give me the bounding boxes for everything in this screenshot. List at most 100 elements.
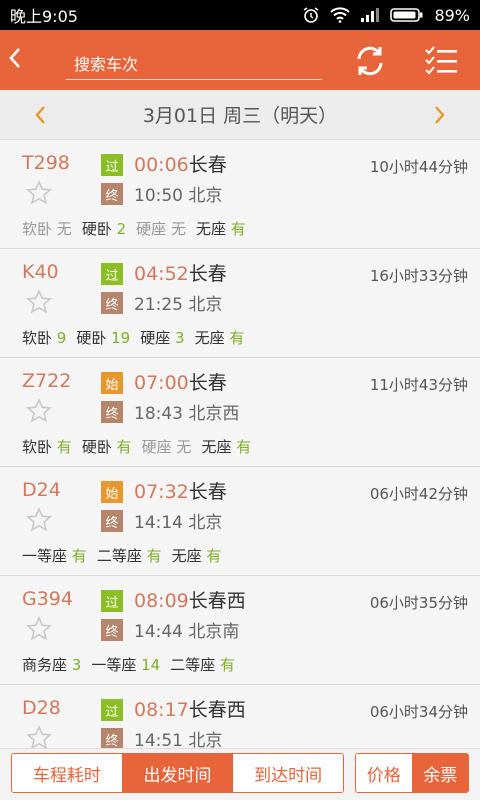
train-list[interactable]: T298 过终 00:06长春 10:50 北京 10小时44分钟 软卧 无硬卧 2 硬座 … bbox=[0, 140, 480, 748]
departure-station: 长春 bbox=[188, 481, 227, 503]
favorite-star-icon[interactable] bbox=[26, 507, 52, 533]
checklist-icon bbox=[425, 46, 457, 75]
filter-option[interactable]: 价格 bbox=[356, 754, 412, 792]
train-row[interactable]: T298 过终 00:06长春 10:50 北京 10小时44分钟 软卧 无硬卧 2 硬座 … bbox=[0, 140, 480, 249]
departure-time: 00:06 bbox=[134, 154, 189, 176]
seat-count: 19 bbox=[111, 329, 131, 347]
arrival-time: 14:51 bbox=[134, 731, 183, 748]
seat-label: 软卧 bbox=[22, 329, 53, 347]
wifi-icon bbox=[330, 7, 351, 23]
train-number: T298 bbox=[22, 152, 70, 174]
seat-label: 硬座 bbox=[141, 438, 172, 456]
train-number: D28 bbox=[22, 697, 61, 719]
train-row[interactable]: D24 始终 07:32长春 14:14 北京 06小时42分钟 一等座 有二等座 有无座… bbox=[0, 467, 480, 576]
battery-level: 89% bbox=[434, 5, 470, 25]
back-button[interactable] bbox=[0, 30, 30, 90]
sort-option[interactable]: 到达时间 bbox=[232, 754, 343, 792]
next-day-button[interactable] bbox=[420, 90, 460, 140]
departure-info: 08:09长春西 bbox=[134, 586, 246, 613]
departure-time: 08:09 bbox=[134, 590, 189, 612]
favorite-star-icon[interactable] bbox=[26, 616, 52, 642]
seat-label: 无座 bbox=[194, 329, 225, 347]
seat-class: 硬座 无 bbox=[142, 438, 192, 456]
seat-label: 硬卧 bbox=[81, 438, 112, 456]
arrival-type-badge: 终 bbox=[101, 728, 123, 748]
departure-info: 08:17长春西 bbox=[134, 695, 246, 722]
seat-count: 有 bbox=[206, 547, 222, 565]
arrival-time: 14:44 bbox=[134, 622, 183, 642]
seat-class: 二等座 有 bbox=[97, 547, 162, 565]
departure-time: 07:32 bbox=[134, 481, 189, 503]
departure-type-badge: 过 bbox=[101, 263, 123, 285]
refresh-button[interactable] bbox=[352, 43, 388, 79]
filter-list-button[interactable] bbox=[424, 45, 460, 77]
train-number: D24 bbox=[22, 479, 61, 501]
arrival-station: 北京南 bbox=[188, 622, 240, 642]
sort-option[interactable]: 车程耗时 bbox=[12, 754, 122, 792]
filter-option[interactable]: 余票 bbox=[411, 754, 468, 792]
seat-class: 二等座 有 bbox=[170, 656, 235, 674]
seat-availability: 商务座 3 一等座 14 二等座 有 bbox=[22, 654, 245, 675]
departure-station: 长春西 bbox=[188, 699, 246, 721]
seat-class: 一等座 有 bbox=[22, 547, 87, 565]
seat-count: 3 bbox=[175, 329, 185, 347]
arrival-type-badge: 终 bbox=[101, 292, 123, 314]
trip-duration: 06小时34分钟 bbox=[369, 703, 468, 721]
seat-class: 硬座 3 bbox=[140, 329, 184, 347]
seat-count: 有 bbox=[229, 329, 245, 347]
seat-count: 无 bbox=[176, 438, 192, 456]
seat-count: 有 bbox=[230, 220, 246, 238]
battery-icon bbox=[390, 7, 424, 23]
arrival-type-badge: 终 bbox=[101, 401, 123, 423]
seat-class: 软卧 有 bbox=[22, 438, 72, 456]
departure-type-badge: 过 bbox=[101, 699, 123, 721]
departure-time: 04:52 bbox=[134, 263, 189, 285]
arrival-time: 18:43 bbox=[134, 404, 183, 424]
arrival-info: 21:25 北京 bbox=[134, 290, 222, 315]
status-time: 晚上9:05 bbox=[10, 7, 78, 26]
prev-day-button[interactable] bbox=[20, 90, 60, 140]
arrival-station: 北京西 bbox=[188, 404, 240, 424]
train-row[interactable]: D28 过终 08:17长春西 14:51 北京 06小时34分钟 bbox=[0, 685, 480, 748]
seat-class: 商务座 3 bbox=[22, 656, 81, 674]
seat-class: 硬卧 2 bbox=[82, 220, 126, 238]
arrival-type-badge: 终 bbox=[101, 619, 123, 641]
bottom-bar: 车程耗时 出发时间 到达时间 价格 余票 bbox=[0, 748, 480, 800]
seat-count: 9 bbox=[56, 329, 67, 347]
refresh-icon bbox=[357, 46, 383, 76]
seat-availability: 软卧 有硬卧 有硬座 无无座 有 bbox=[22, 436, 261, 457]
seat-class: 无座 有 bbox=[172, 547, 222, 565]
departure-station: 长春 bbox=[188, 263, 227, 285]
app-bar: 搜索车次 bbox=[0, 30, 480, 90]
seat-availability: 软卧 9 硬卧 19 硬座 3 无座 有 bbox=[22, 327, 254, 348]
seat-count: 无 bbox=[56, 220, 72, 238]
arrival-info: 18:43 北京西 bbox=[134, 399, 239, 424]
seat-label: 商务座 bbox=[22, 656, 68, 674]
favorite-star-icon[interactable] bbox=[26, 180, 52, 206]
departure-type-badge: 始 bbox=[101, 481, 123, 503]
sort-option[interactable]: 出发时间 bbox=[121, 754, 233, 792]
train-row[interactable]: Z722 始终 07:00长春 18:43 北京西 11小时43分钟 软卧 有硬卧 有硬座… bbox=[0, 358, 480, 467]
seat-label: 无座 bbox=[195, 220, 226, 238]
departure-info: 00:06长春 bbox=[134, 150, 227, 177]
departure-info: 07:32长春 bbox=[134, 477, 227, 504]
alarm-icon bbox=[302, 6, 320, 24]
seat-availability: 一等座 有二等座 有无座 有 bbox=[22, 545, 231, 566]
train-row[interactable]: G394 过终 08:09长春西 14:44 北京南 06小时35分钟 商务座 3 一等座 … bbox=[0, 576, 480, 685]
seat-count: 有 bbox=[146, 547, 162, 565]
seat-count: 有 bbox=[236, 438, 252, 456]
favorite-star-icon[interactable] bbox=[26, 289, 52, 315]
date-label: 3月01日 周三（明天） bbox=[142, 105, 338, 127]
seat-count: 3 bbox=[71, 656, 82, 674]
favorite-star-icon[interactable] bbox=[26, 398, 52, 424]
departure-type-badge: 过 bbox=[101, 590, 123, 612]
arrival-station: 北京 bbox=[188, 513, 223, 533]
seat-class: 软卧 无 bbox=[22, 220, 72, 238]
sort-segment: 车程耗时 出发时间 到达时间 bbox=[11, 753, 344, 793]
search-input[interactable]: 搜索车次 bbox=[66, 48, 322, 80]
seat-class: 硬座 无 bbox=[136, 220, 186, 238]
chevron-right-icon bbox=[435, 106, 445, 124]
seat-label: 一等座 bbox=[91, 656, 137, 674]
train-row[interactable]: K40 过终 04:52长春 21:25 北京 16小时33分钟 软卧 9 硬卧 19 硬座 … bbox=[0, 249, 480, 358]
favorite-star-icon[interactable] bbox=[26, 725, 52, 748]
